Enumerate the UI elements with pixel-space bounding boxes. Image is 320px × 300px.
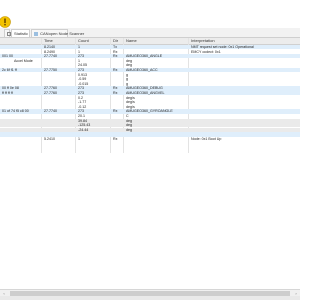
empty-trace-area — [0, 153, 300, 289]
table-row[interactable]: 5.2410 1 Rx Node: 0x1 Boot Up — [0, 137, 300, 141]
status-bar — [0, 296, 300, 300]
tab-label: Statistic — [14, 31, 29, 36]
tab-strip: Statistic CANopen Node Scanner — [0, 28, 300, 38]
trace-table: Time Count Dir Name Interpretation 8.214… — [0, 38, 300, 153]
tab-label: CANopen Node Scanner — [40, 31, 85, 36]
warning-icon[interactable] — [0, 16, 11, 28]
tab-statistic[interactable]: Statistic — [11, 29, 30, 37]
row-time: 5.2410 — [44, 137, 55, 141]
toolbar — [0, 0, 300, 28]
scanner-icon — [34, 31, 38, 36]
col-header-count[interactable]: Count — [78, 38, 89, 44]
col-header-interpretation[interactable]: Interpretation — [191, 38, 215, 44]
table-header: Time Count Dir Name Interpretation — [0, 38, 300, 45]
col-header-time[interactable]: Time — [44, 38, 53, 44]
row-dir: Rx — [113, 137, 118, 141]
tab-pin[interactable] — [4, 29, 11, 37]
col-header-name[interactable]: Name — [126, 38, 137, 44]
row-interpretation: Node: 0x1 Boot Up — [191, 137, 222, 141]
col-header-dir[interactable]: Dir — [113, 38, 118, 44]
row-count: 1 — [78, 137, 80, 141]
tab-canopen-node-scanner[interactable]: CANopen Node Scanner — [31, 29, 84, 37]
